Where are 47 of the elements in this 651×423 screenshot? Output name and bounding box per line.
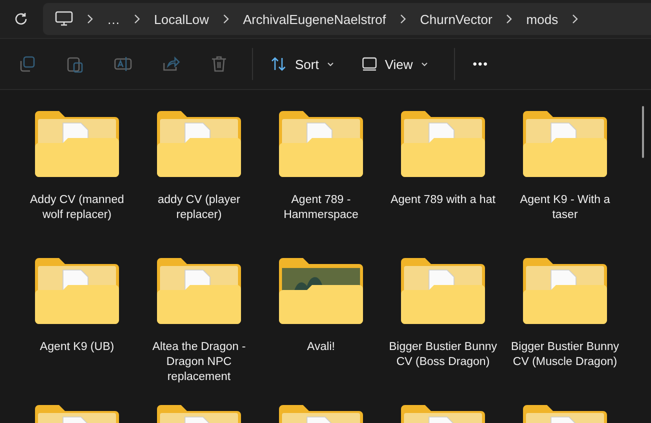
address-bar[interactable]: … LocalLow ArchivalEugeneNaelstrof ChurnVector mods [43, 3, 651, 35]
sort-button[interactable]: Sort [261, 50, 344, 78]
chevron-icon [222, 14, 229, 24]
folder-icon[interactable] [279, 256, 363, 324]
chevron-icon [87, 14, 93, 24]
folder-name[interactable]: Avali! [265, 340, 377, 355]
folder-name[interactable]: addy CV (player replacer) [143, 193, 255, 223]
caret-icon [420, 62, 428, 66]
breadcrumb[interactable]: ChurnVector [420, 12, 492, 26]
computer-icon [55, 11, 73, 27]
folder-name[interactable]: Bigger Bustier Bunny CV (Boss Dragon) [387, 340, 499, 370]
folder-icon[interactable] [523, 109, 607, 177]
chevron-icon [506, 14, 512, 24]
monitor-icon [362, 57, 377, 71]
breadcrumb[interactable]: … [107, 12, 120, 26]
scrollbar-thumb[interactable] [642, 106, 644, 158]
folder-name[interactable]: Bigger Bustier Bunny CV (Muscle Dragon) [509, 340, 621, 370]
refresh-icon[interactable] [14, 12, 28, 26]
sort-icon [271, 56, 287, 72]
trash-icon [210, 55, 228, 73]
caret-icon [326, 62, 334, 66]
folder-icon[interactable] [279, 109, 363, 177]
view-button[interactable]: View [352, 50, 438, 78]
folder-icon[interactable] [401, 256, 485, 324]
copy-icon [18, 55, 36, 73]
folder-icon[interactable] [35, 109, 119, 177]
clipboard-icon [66, 55, 84, 73]
folder-name[interactable]: Addy CV (manned wolf replacer) [21, 193, 133, 223]
breadcrumb[interactable]: LocalLow [154, 12, 209, 26]
folder-name[interactable]: Agent 789 - Hammerspace [265, 193, 377, 223]
breadcrumb[interactable]: mods [526, 12, 558, 26]
rename-icon [114, 55, 132, 73]
folder-icon[interactable] [157, 109, 241, 177]
folder-icon[interactable] [523, 256, 607, 324]
folder-icon[interactable] [401, 109, 485, 177]
chevron-icon [134, 14, 140, 24]
chevron-icon [400, 14, 406, 24]
breadcrumb[interactable]: ArchivalEugeneNaelstrof [242, 12, 386, 26]
chevron-icon [572, 14, 578, 24]
folder-name[interactable]: Agent K9 (UB) [21, 340, 133, 355]
folder-icon[interactable] [157, 256, 241, 324]
share-icon [162, 55, 180, 73]
folder-name[interactable]: Altea the Dragon - Dragon NPC replacement [143, 340, 255, 385]
folder-name[interactable]: Agent 789 with a hat [387, 193, 499, 208]
more-button[interactable]: ••• [462, 51, 498, 77]
folder-icon[interactable] [35, 256, 119, 324]
folder-name[interactable]: Agent K9 - With a taser [509, 193, 621, 223]
